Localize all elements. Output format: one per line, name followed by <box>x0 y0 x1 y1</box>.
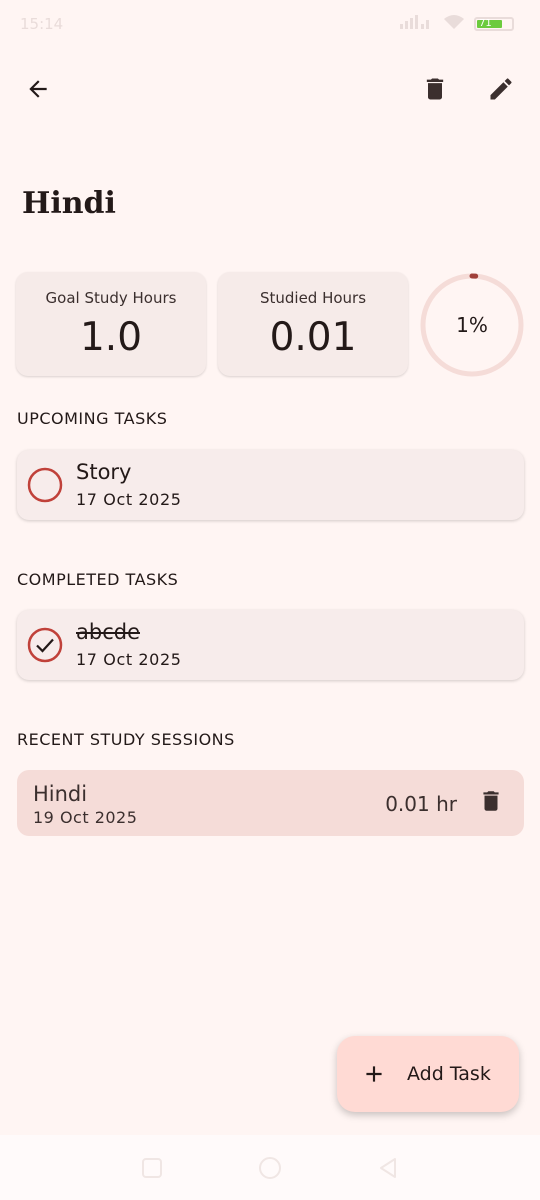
delete-session-button[interactable] <box>468 780 514 826</box>
system-nav-bar <box>0 1135 540 1200</box>
session-date: 19 Oct 2025 <box>33 808 138 827</box>
status-icons: 71 <box>400 15 514 33</box>
battery-icon: 71 <box>474 17 514 31</box>
trash-icon <box>478 788 504 818</box>
battery-level: 71 <box>479 18 492 29</box>
signal-icon <box>400 15 434 33</box>
page-title: Hindi <box>22 186 116 221</box>
goal-hours-label: Goal Study Hours <box>45 289 177 307</box>
recent-sessions-heading: RECENT STUDY SESSIONS <box>17 730 235 749</box>
status-bar: 15:14 71 <box>0 0 540 48</box>
trash-icon <box>421 75 449 107</box>
session-item: Hindi 19 Oct 2025 0.01 hr <box>17 770 524 836</box>
recents-button[interactable] <box>139 1155 165 1181</box>
edit-subject-button[interactable] <box>477 67 525 115</box>
studied-hours-card: Studied Hours 0.01 <box>218 272 408 376</box>
task-item-story[interactable]: Story 17 Oct 2025 <box>17 450 524 520</box>
top-app-bar <box>0 64 540 120</box>
completed-tasks-heading: COMPLETED TASKS <box>17 570 179 589</box>
task-date: 17 Oct 2025 <box>76 650 182 669</box>
plus-icon <box>366 1066 382 1082</box>
session-subject: Hindi <box>33 782 88 806</box>
session-hours: 0.01 hr <box>385 792 457 816</box>
delete-subject-button[interactable] <box>411 67 459 115</box>
checked-circle-icon <box>27 627 63 663</box>
back-button[interactable] <box>14 67 62 115</box>
unchecked-circle-icon <box>27 467 63 503</box>
studied-hours-label: Studied Hours <box>259 289 367 307</box>
status-time: 15:14 <box>20 15 64 33</box>
upcoming-tasks-heading: UPCOMING TASKS <box>17 409 168 428</box>
task-date: 17 Oct 2025 <box>76 490 182 509</box>
add-task-button[interactable]: Add Task <box>337 1036 519 1112</box>
wifi-icon <box>444 15 464 33</box>
goal-hours-card: Goal Study Hours 1.0 <box>16 272 206 376</box>
task-checkbox[interactable] <box>27 627 63 663</box>
goal-hours-value: 1.0 <box>79 315 143 360</box>
task-title: abcde <box>76 620 140 644</box>
back-nav-button[interactable] <box>375 1155 401 1181</box>
home-button[interactable] <box>257 1155 283 1181</box>
studied-hours-value: 0.01 <box>269 315 357 360</box>
pencil-icon <box>487 75 515 107</box>
task-title: Story <box>76 460 132 484</box>
arrow-back-icon <box>25 76 51 106</box>
add-task-label: Add Task <box>407 1063 491 1085</box>
progress-percent: 1% <box>456 313 488 337</box>
task-item-abcde[interactable]: abcde 17 Oct 2025 <box>17 610 524 680</box>
checkmark-icon <box>36 638 54 653</box>
task-checkbox[interactable] <box>27 467 63 503</box>
